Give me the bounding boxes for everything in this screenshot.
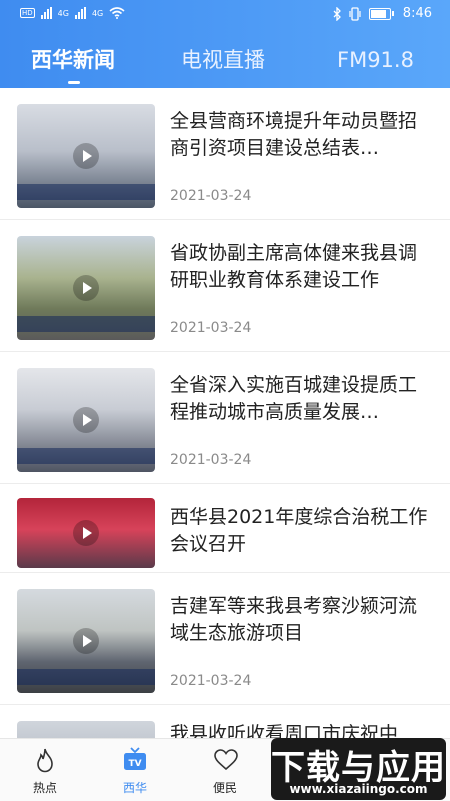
thumbnail-caption-bar <box>17 448 155 464</box>
play-icon[interactable] <box>73 275 99 301</box>
news-item[interactable]: 吉建军等来我县考察沙颍河流域生态旅游项目 2021-03-24 <box>0 573 450 705</box>
news-title[interactable]: 全县营商环境提升年动员暨招商引资项目建设总结表… <box>170 108 428 162</box>
tv-icon: TV <box>124 747 146 770</box>
thumbnail-caption-bar <box>17 316 155 332</box>
news-thumbnail[interactable] <box>17 589 155 693</box>
flame-icon <box>37 748 53 773</box>
wifi-icon <box>109 7 125 19</box>
heart-icon <box>214 749 238 771</box>
nav-label: 西华 <box>122 781 147 795</box>
vibrate-icon <box>349 6 361 21</box>
news-thumbnail[interactable] <box>17 721 155 738</box>
news-list: 全县营商环境提升年动员暨招商引资项目建设总结表… 2021-03-24 省政协副… <box>0 88 450 738</box>
nav-hot[interactable]: 热点 <box>10 739 80 801</box>
news-title[interactable]: 全省深入实施百城建设提质工程推动城市高质量发展… <box>170 372 428 426</box>
svg-text:TV: TV <box>128 759 141 769</box>
battery-icon <box>368 7 394 20</box>
news-item[interactable]: 省政协副主席高体健来我县调研职业教育体系建设工作 2021-03-24 <box>0 220 450 352</box>
play-icon[interactable] <box>73 628 99 654</box>
signal-icon-2 <box>74 7 86 19</box>
hd-tag: HD <box>20 8 35 18</box>
news-thumbnail[interactable] <box>17 368 155 472</box>
clock: 8:46 <box>402 6 432 21</box>
news-title[interactable]: 省政协副主席高体健来我县调研职业教育体系建设工作 <box>170 240 428 294</box>
tab-indicator <box>68 81 80 84</box>
signal-icon <box>40 7 52 19</box>
watermark-logo: 下载与应用 www.xiazaiingo.com <box>271 738 446 800</box>
tab-fm[interactable]: FM91.8 <box>337 40 414 84</box>
news-date: 2021-03-24 <box>170 320 252 336</box>
watermark-url: www.xiazaiingo.com <box>289 782 428 796</box>
bluetooth-icon <box>333 6 341 21</box>
play-icon[interactable] <box>73 520 99 546</box>
news-date: 2021-03-24 <box>170 673 252 689</box>
news-title[interactable]: 西华县2021年度综合治税工作会议召开 <box>170 504 428 558</box>
news-date: 2021-03-24 <box>170 452 252 468</box>
news-item[interactable]: 全省深入实施百城建设提质工程推动城市高质量发展… 2021-03-24 <box>0 352 450 484</box>
nav-xihua[interactable]: TV 西华 <box>100 739 170 801</box>
tab-xihua-news[interactable]: 西华新闻 <box>31 40 115 84</box>
news-thumbnail[interactable] <box>17 236 155 340</box>
nav-service[interactable]: 便民 <box>190 739 260 801</box>
thumbnail-caption-bar <box>17 669 155 685</box>
channel-tabs: 西华新闻 电视直播 FM91.8 <box>0 40 450 84</box>
play-icon[interactable] <box>73 407 99 433</box>
news-date: 2021-03-24 <box>170 188 252 204</box>
news-item[interactable]: 我县收听收看周口市庆祝中 <box>0 705 450 738</box>
nav-label: 热点 <box>32 781 57 795</box>
status-bar: HD 4G 4G 8:46 <box>0 0 450 32</box>
sim2-label: 4G <box>91 8 104 18</box>
news-title[interactable]: 吉建军等来我县考察沙颍河流域生态旅游项目 <box>170 593 428 647</box>
news-thumbnail[interactable] <box>17 104 155 208</box>
app-header: HD 4G 4G 8:46 西华新闻 电视直播 FM91.8 <box>0 0 450 88</box>
nav-label: 便民 <box>212 781 237 795</box>
news-item[interactable]: 全县营商环境提升年动员暨招商引资项目建设总结表… 2021-03-24 <box>0 88 450 220</box>
play-icon[interactable] <box>73 143 99 169</box>
news-thumbnail[interactable] <box>17 498 155 568</box>
thumbnail-caption-bar <box>17 184 155 200</box>
sim1-label: 4G <box>57 8 69 18</box>
tab-tv-live[interactable]: 电视直播 <box>181 40 265 84</box>
news-title[interactable]: 我县收听收看周口市庆祝中 <box>170 721 428 738</box>
news-item[interactable]: 西华县2021年度综合治税工作会议召开 <box>0 484 450 573</box>
